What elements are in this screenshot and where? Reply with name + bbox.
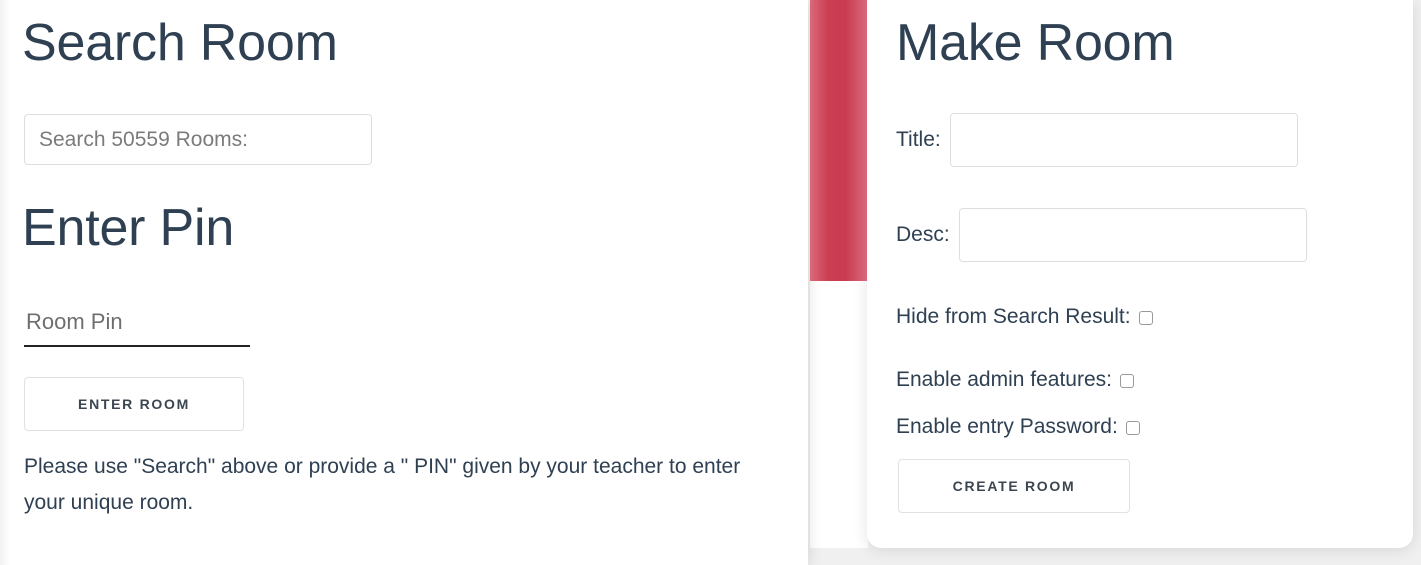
accent-bar-filler <box>810 281 868 548</box>
enable-password-checkbox[interactable] <box>1125 421 1140 435</box>
create-room-button[interactable]: CREATE ROOM <box>898 459 1130 513</box>
hide-from-search-row: Hide from Search Result: <box>896 305 1153 329</box>
page-root: Search Room Enter Pin ENTER ROOM Please … <box>0 0 1421 565</box>
room-pin-input[interactable] <box>24 303 250 347</box>
title-field-row: Title: <box>896 113 1298 167</box>
enable-admin-row: Enable admin features: <box>896 368 1134 392</box>
title-field-label: Title: <box>896 128 941 151</box>
title-input[interactable] <box>949 113 1298 167</box>
make-room-title: Make Room <box>896 14 1175 72</box>
desc-field-label: Desc: <box>896 223 950 246</box>
enter-pin-title: Enter Pin <box>22 199 235 257</box>
search-room-title: Search Room <box>22 14 338 72</box>
search-input[interactable] <box>24 114 372 165</box>
enable-admin-checkbox[interactable] <box>1119 374 1134 388</box>
search-help-text: Please use "Search" above or provide a "… <box>24 455 741 514</box>
desc-field-row: Desc: <box>896 208 1307 262</box>
search-room-panel: Search Room Enter Pin ENTER ROOM Please … <box>0 0 808 565</box>
hide-from-search-label: Hide from Search Result: <box>896 305 1131 328</box>
enable-admin-label: Enable admin features: <box>896 368 1112 391</box>
enable-password-row: Enable entry Password: <box>896 415 1140 439</box>
enter-room-button[interactable]: ENTER ROOM <box>24 377 244 431</box>
enable-password-label: Enable entry Password: <box>896 415 1118 438</box>
accent-bar <box>810 0 867 281</box>
hide-from-search-checkbox[interactable] <box>1138 311 1153 325</box>
desc-input[interactable] <box>958 208 1307 262</box>
